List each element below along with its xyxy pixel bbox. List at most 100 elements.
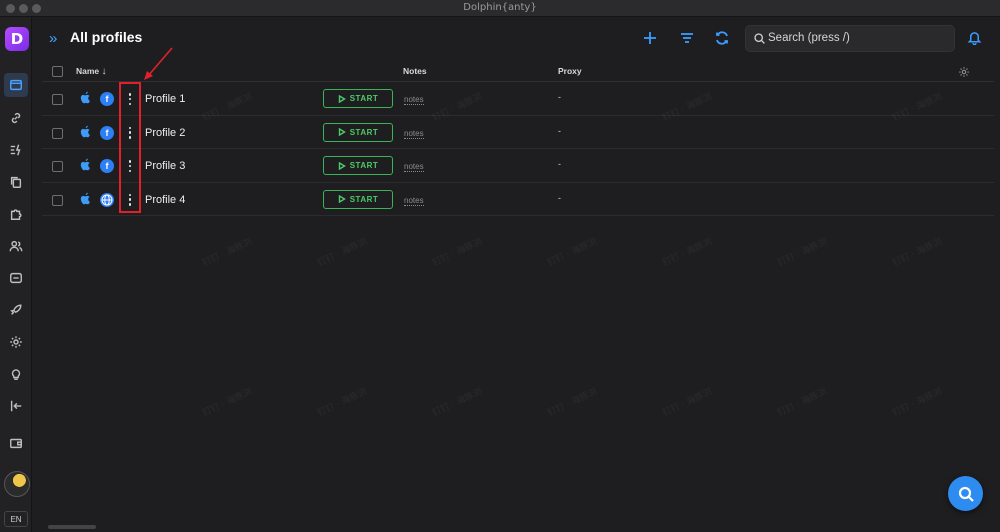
notes-field[interactable]: notes <box>404 162 424 172</box>
notes-field[interactable]: notes <box>404 129 424 139</box>
notes-field[interactable]: notes <box>404 196 424 206</box>
watermark: 钉钉 · 海豚浏 <box>201 237 254 269</box>
plus-icon <box>644 32 656 44</box>
column-header-name[interactable]: Name ↓ <box>76 66 107 77</box>
start-button[interactable]: START <box>323 89 393 108</box>
window-titlebar: Dolphin{anty} <box>0 0 1000 17</box>
gear-icon <box>959 67 969 77</box>
logout-icon <box>10 400 22 412</box>
lightning-list-icon <box>10 144 21 156</box>
proxy-value: - <box>558 125 561 136</box>
watermark: 钉钉 · 海豚浏 <box>431 387 484 419</box>
apple-icon <box>79 158 92 172</box>
table-settings-button[interactable] <box>958 65 970 77</box>
proxy-value: - <box>558 159 561 169</box>
add-profile-button[interactable] <box>639 27 661 49</box>
filter-icon <box>681 33 693 43</box>
sidebar-item-browser-profiles[interactable] <box>4 73 28 97</box>
apple-icon <box>79 91 92 105</box>
app-logo[interactable]: D <box>5 27 29 51</box>
profiles-table: Name ↓ Notes Proxy f Profile 1 START not… <box>42 61 994 216</box>
watermark: 钉钉 · 海豚浏 <box>891 237 944 269</box>
sidebar-item-launch[interactable] <box>4 298 28 322</box>
table-row[interactable]: f Profile 1 START notes - <box>42 82 994 116</box>
browser-window-icon <box>10 79 22 91</box>
watermark: 钉钉 · 海豚浏 <box>891 387 944 419</box>
sidebar-item-settings[interactable] <box>4 330 28 354</box>
refresh-icon <box>716 31 728 45</box>
profile-name[interactable]: Profile 4 <box>145 194 185 206</box>
sidebar-item-automation[interactable] <box>4 138 28 162</box>
profile-name[interactable]: Profile 2 <box>145 127 185 139</box>
row-checkbox[interactable] <box>52 94 63 105</box>
row-checkbox[interactable] <box>52 161 63 172</box>
sidebar: D EN <box>0 17 32 532</box>
select-all-checkbox[interactable] <box>52 66 63 77</box>
annotation-arrow-icon <box>144 47 173 80</box>
horizontal-scrollbar[interactable] <box>48 525 96 529</box>
sidebar-item-tips[interactable] <box>4 362 28 386</box>
filter-button[interactable] <box>676 27 698 49</box>
table-row[interactable]: f Profile 2 START notes - <box>42 116 994 149</box>
apple-icon <box>79 125 92 139</box>
profile-name[interactable]: Profile 3 <box>145 160 185 172</box>
column-header-notes: Notes <box>403 66 427 76</box>
search-icon <box>754 33 765 44</box>
watermark: 钉钉 · 海豚浏 <box>316 387 369 419</box>
page-title: All profiles <box>70 29 143 45</box>
notes-field[interactable]: notes <box>404 95 424 105</box>
watermark: 钉钉 · 海豚浏 <box>661 237 714 269</box>
expand-sidebar-icon[interactable]: » <box>49 30 57 47</box>
search-input[interactable]: Search (press /) <box>745 25 955 52</box>
gear-icon <box>10 336 22 348</box>
sidebar-item-wallet[interactable] <box>4 431 28 455</box>
bell-icon <box>967 31 981 45</box>
sidebar-item-users[interactable] <box>4 234 28 258</box>
sort-down-icon: ↓ <box>101 66 107 77</box>
sidebar-item-copy[interactable] <box>4 170 28 194</box>
link-icon <box>11 112 21 124</box>
watermark: 钉钉 · 海豚浏 <box>661 387 714 419</box>
floating-search-button[interactable] <box>948 476 983 511</box>
watermark: 钉钉 · 海豚浏 <box>776 387 829 419</box>
avatar[interactable] <box>4 471 30 497</box>
lightbulb-icon <box>11 369 21 380</box>
globe-icon <box>100 192 114 207</box>
start-button[interactable]: START <box>323 122 393 142</box>
start-label: START <box>349 161 379 170</box>
logo-letter: D <box>10 30 24 48</box>
wallet-icon <box>10 438 22 449</box>
facebook-icon: f <box>100 92 114 106</box>
start-button[interactable]: START <box>323 189 393 209</box>
play-icon <box>338 94 346 103</box>
language-switcher[interactable]: EN <box>4 511 28 527</box>
column-name-label: Name <box>76 66 100 76</box>
table-row[interactable]: f Profile 3 START notes - <box>42 149 994 183</box>
watermark: 钉钉 · 海豚浏 <box>546 387 599 419</box>
facebook-icon: f <box>100 125 114 140</box>
copy-icon <box>10 176 22 188</box>
play-icon <box>338 161 346 170</box>
notifications-button[interactable] <box>964 27 984 47</box>
profile-name[interactable]: Profile 1 <box>145 93 185 105</box>
sidebar-item-proxies[interactable] <box>4 106 28 130</box>
play-icon <box>338 128 346 136</box>
annotation-highlight-box <box>119 82 141 213</box>
rocket-icon <box>10 304 22 315</box>
table-row[interactable]: Profile 4 START notes - <box>42 183 994 216</box>
users-icon <box>9 240 23 252</box>
watermark: 钉钉 · 海豚浏 <box>776 237 829 269</box>
watermark: 钉钉 · 海豚浏 <box>431 237 484 269</box>
sidebar-item-logout[interactable] <box>4 394 28 418</box>
search-icon <box>958 486 974 502</box>
sidebar-item-api[interactable] <box>4 266 28 290</box>
sidebar-item-extensions[interactable] <box>4 202 28 226</box>
api-icon <box>10 272 22 284</box>
row-checkbox[interactable] <box>52 194 63 206</box>
watermark: 钉钉 · 海豚浏 <box>316 237 369 269</box>
row-checkbox[interactable] <box>52 127 63 139</box>
watermark: 钉钉 · 海豚浏 <box>201 387 254 419</box>
start-button[interactable]: START <box>323 156 393 175</box>
start-label: START <box>349 194 379 204</box>
refresh-button[interactable] <box>711 27 733 49</box>
